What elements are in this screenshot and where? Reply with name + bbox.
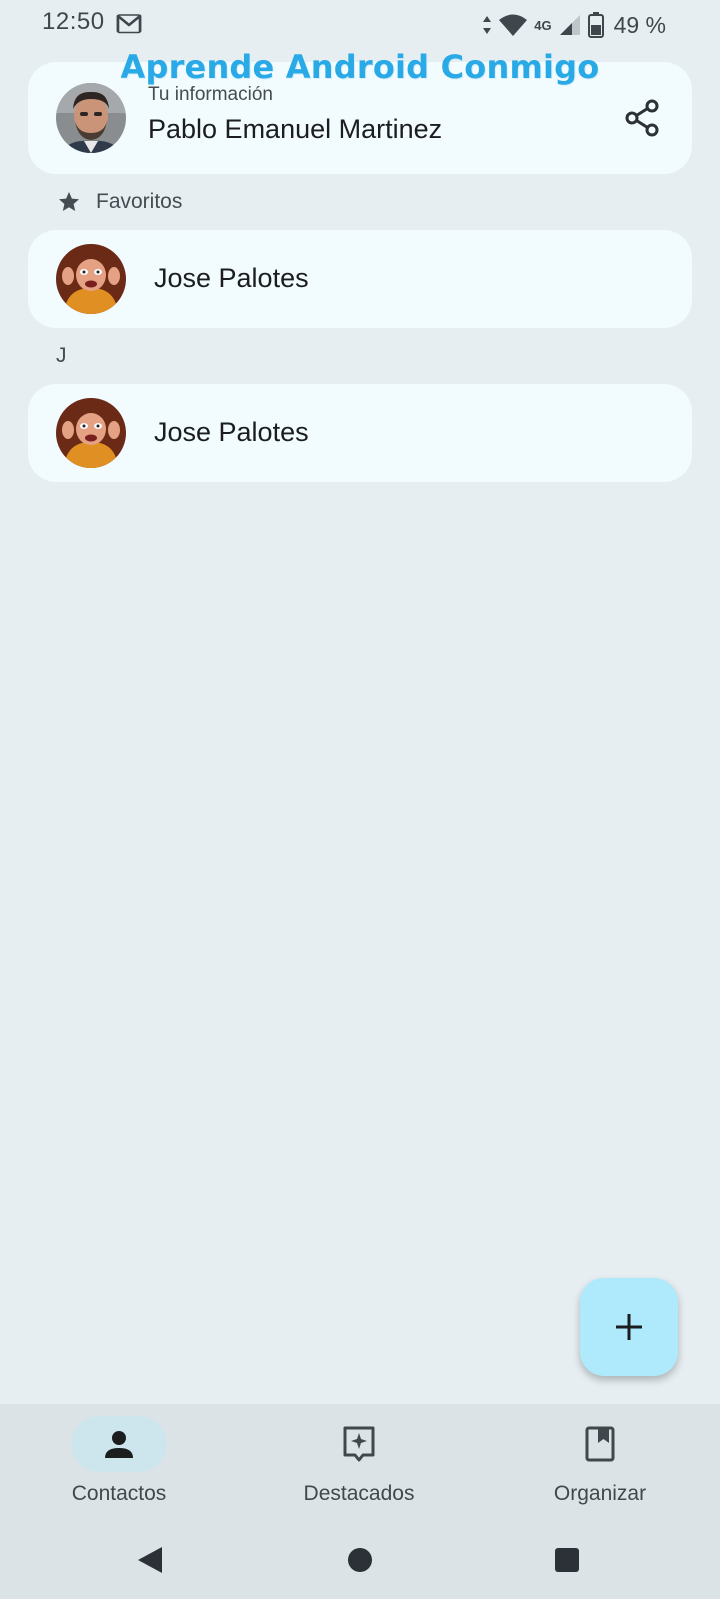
contact-avatar xyxy=(56,244,126,314)
share-icon xyxy=(625,99,659,137)
watermark-banner: Aprende Android Conmigo xyxy=(120,48,600,86)
avatar xyxy=(56,83,126,153)
status-time: 12:50 xyxy=(42,8,105,35)
add-contact-button[interactable] xyxy=(580,1278,678,1376)
nav-label: Destacados xyxy=(303,1482,415,1505)
battery-percent: 49 % xyxy=(613,11,666,38)
contact-name: Jose Palotes xyxy=(154,417,309,447)
nav-contactos[interactable]: Contactos xyxy=(19,1416,219,1506)
battery-icon xyxy=(587,12,604,38)
favorites-header: Favoritos xyxy=(56,190,182,214)
highlights-icon xyxy=(343,1426,375,1462)
status-icons: 4G 49 % xyxy=(482,10,666,40)
star-icon xyxy=(59,192,79,211)
nav-label: Contactos xyxy=(71,1482,167,1505)
back-icon xyxy=(138,1547,162,1573)
nav-label: Organizar xyxy=(553,1482,647,1505)
nav-icon-container xyxy=(311,1416,407,1472)
system-navigation xyxy=(0,1530,720,1590)
cell-signal-icon xyxy=(559,15,580,35)
network-type: 4G xyxy=(534,17,552,33)
section-letter-header: J xyxy=(56,344,67,367)
favorites-label: Favoritos xyxy=(96,190,183,213)
gmail-icon xyxy=(116,14,142,34)
my-name: Pablo Emanuel Martinez xyxy=(148,114,443,144)
nav-icon-container xyxy=(552,1416,648,1472)
nav-active-indicator xyxy=(71,1416,167,1472)
contact-avatar xyxy=(56,398,126,468)
status-bar: 12:50 4G 49 % xyxy=(0,0,720,52)
recents-button[interactable] xyxy=(547,1540,587,1580)
home-button[interactable] xyxy=(340,1540,380,1580)
bookmark-icon xyxy=(585,1426,615,1462)
nav-destacados[interactable]: Destacados xyxy=(259,1416,459,1506)
person-icon xyxy=(105,1431,133,1458)
add-icon xyxy=(616,1314,642,1340)
my-info-label: Tu información xyxy=(148,84,273,105)
contact-name: Jose Palotes xyxy=(154,263,309,293)
share-button[interactable] xyxy=(620,96,664,140)
recents-icon xyxy=(555,1548,579,1572)
home-icon xyxy=(348,1548,372,1572)
nav-organizar[interactable]: Organizar xyxy=(500,1416,700,1506)
data-arrows-icon xyxy=(483,16,492,34)
bottom-navigation: Contactos Destacados Organizar xyxy=(0,1404,720,1599)
favorite-contact-item[interactable]: Jose Palotes xyxy=(28,230,692,328)
wifi-icon xyxy=(499,14,528,36)
back-button[interactable] xyxy=(130,1540,170,1580)
contact-item[interactable]: Jose Palotes xyxy=(28,384,692,482)
